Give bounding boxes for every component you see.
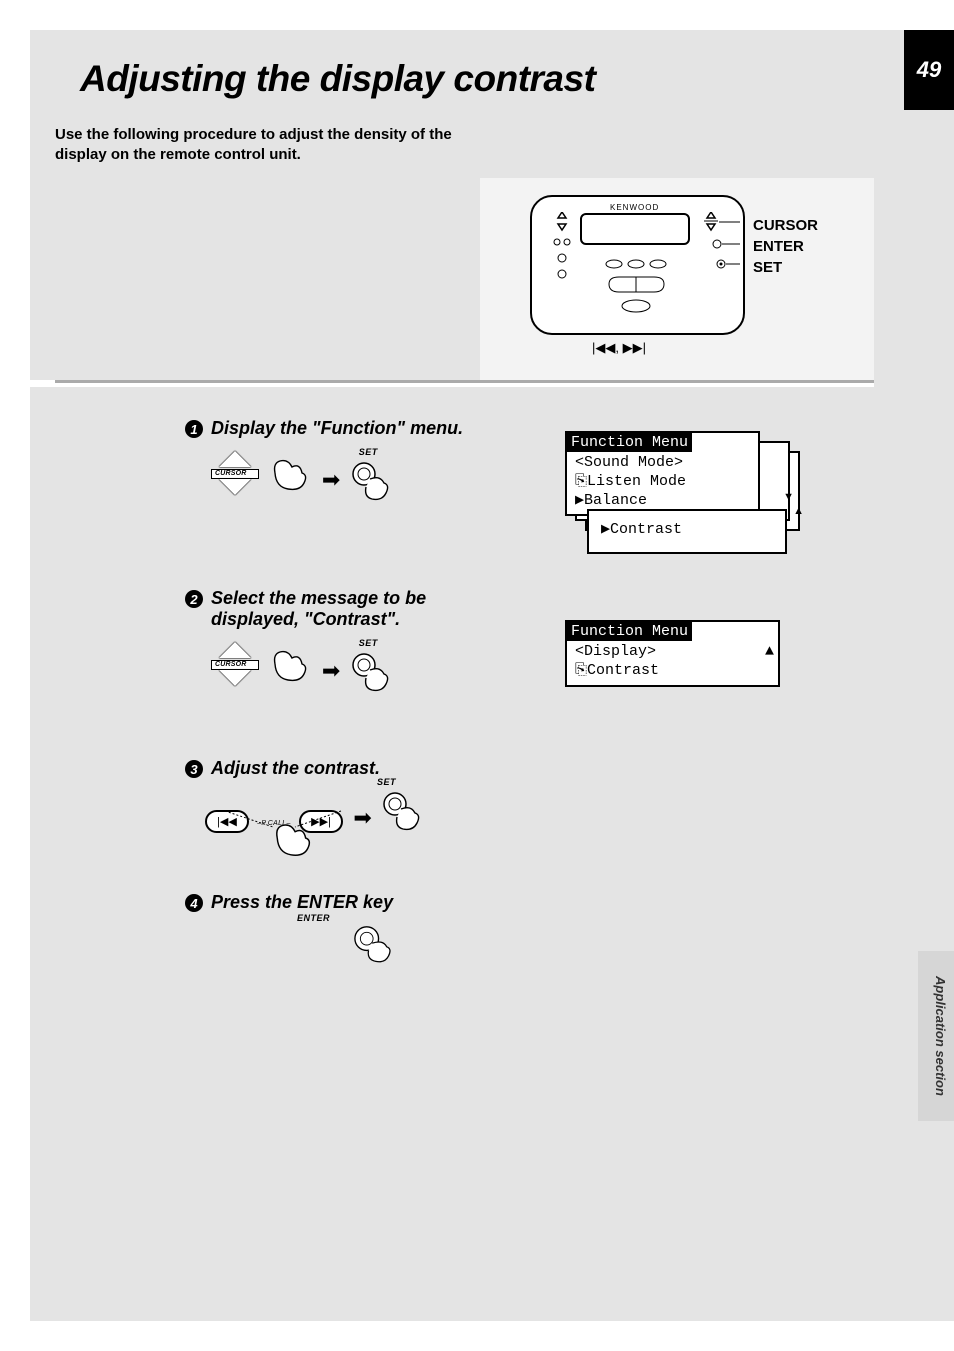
callout-cursor: CURSOR (753, 217, 818, 234)
enter-label: ENTER (297, 913, 330, 923)
step-title: Display the "Function" menu. (211, 418, 463, 439)
lcd-title: Function Menu (567, 433, 692, 452)
set-label: SET (359, 447, 378, 457)
side-tab-label: Application section (933, 976, 948, 1096)
page-title: Adjusting the display contrast (80, 58, 595, 100)
lcd-line: ⎘Contrast (575, 662, 770, 681)
step-bullet: 3 (185, 760, 203, 778)
lcd-line: <Sound Mode> (575, 454, 750, 473)
grey-divider (55, 380, 874, 383)
lcd-title: Function Menu (567, 622, 692, 641)
dash-lines (223, 809, 343, 833)
remote-brand: KENWOOD (610, 203, 659, 212)
hand-press-icon (353, 925, 395, 965)
remote-bottom-icons: |◀◀, ▶▶| (592, 340, 646, 356)
lcd-contrast-line: ▶Contrast (587, 509, 787, 554)
step-1: 1 Display the "Function" menu. CURSOR ➡ … (185, 418, 465, 521)
hand-press-icon (382, 791, 424, 831)
lcd-line: <Display>▲ (575, 643, 770, 662)
step-title: Select the message to be displayed, "Con… (211, 588, 465, 630)
step-bullet: 2 (185, 590, 203, 608)
page-number-tab: 49 (904, 30, 954, 110)
hand-icon (269, 453, 311, 493)
intro-text: Use the following procedure to adjust th… (55, 125, 505, 166)
step-bullet: 1 (185, 420, 203, 438)
set-label: SET (359, 638, 378, 648)
set-label: SET (377, 777, 396, 787)
lcd-line: ⎘Listen Mode (575, 473, 750, 492)
hand-icon (269, 644, 311, 684)
page-number: 49 (917, 57, 941, 83)
step-bullet: 4 (185, 894, 203, 912)
cursor-icon: CURSOR (205, 451, 265, 501)
callout-enter: ENTER (753, 238, 804, 255)
down-arrow-icon: ▼ (783, 491, 794, 503)
step-2: 2 Select the message to be displayed, "C… (185, 588, 465, 712)
up-arrow-icon: ▲ (765, 643, 774, 662)
step-title: Press the ENTER key (211, 892, 393, 913)
up-arrow-icon: ▲ (793, 505, 804, 517)
lcd-screen-1: Function Menu <Sound Mode> ⎘Listen Mode … (565, 431, 790, 516)
step-title: Adjust the contrast. (211, 758, 380, 779)
lcd-screen-2: Function Menu <Display>▲ ⎘Contrast (565, 620, 780, 687)
remote-controls-svg (544, 212, 744, 342)
callout-set: SET (753, 259, 782, 276)
arrow-right-icon: ➡ (322, 467, 340, 493)
step-4: 4 Press the ENTER key ENTER (185, 892, 465, 1005)
cursor-icon: CURSOR (205, 642, 265, 692)
arrow-right-icon: ➡ (322, 658, 340, 684)
hand-press-icon (351, 461, 393, 501)
arrow-right-icon: ➡ (353, 805, 371, 831)
lcd-line: ▶Balance (575, 492, 750, 511)
next-icon: ▶▶| (623, 340, 646, 355)
prev-icon: |◀◀ (592, 340, 615, 355)
hand-press-icon (351, 652, 393, 692)
step-3: 3 Adjust the contrast. SET |◀◀ –P.CALL– … (185, 758, 465, 881)
